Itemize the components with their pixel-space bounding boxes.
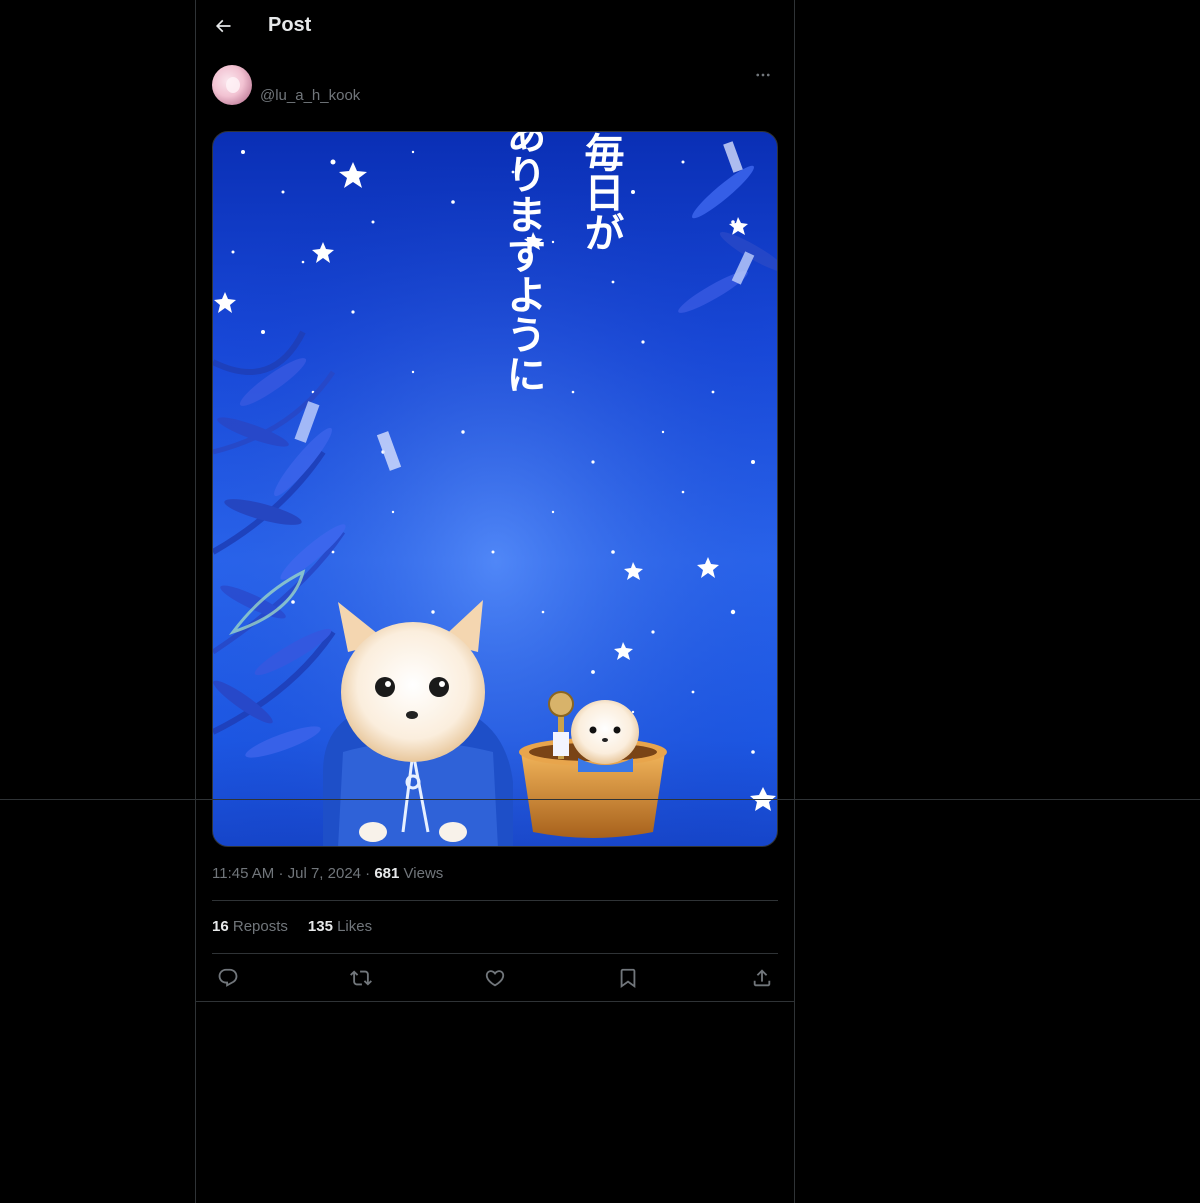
likes-label: Likes — [337, 918, 373, 935]
back-button[interactable] — [206, 9, 240, 43]
heart-icon — [485, 970, 505, 987]
share-icon — [753, 969, 771, 987]
author-handle[interactable]: @lu_a_h_kook — [260, 87, 360, 104]
like-button[interactable] — [479, 962, 511, 994]
tanabata-illustration: 毎日が 幸せでありますように — [213, 132, 777, 846]
arrow-left-icon — [215, 19, 231, 33]
divider — [196, 1001, 794, 1002]
calligraphy-line-1: 毎日が — [578, 132, 625, 252]
bookmark-icon — [620, 968, 636, 989]
reposts-count: 16 — [212, 918, 229, 935]
post-stats: 16 Reposts 135 Likes — [212, 918, 372, 935]
post-meta: 11:45 AM · Jul 7, 2024 · 681 Views — [212, 865, 443, 882]
bookmark-button[interactable] — [612, 962, 644, 994]
share-button[interactable] — [746, 962, 778, 994]
repost-button[interactable] — [345, 962, 377, 994]
action-bar — [212, 962, 778, 994]
page: Post @lu_a_h_kook 毎日が 幸せでありますように 11:45 A… — [0, 0, 1200, 1203]
primary-column: Post @lu_a_h_kook 毎日が 幸せでありますように 11:45 A… — [195, 0, 795, 1203]
post-author: @lu_a_h_kook — [212, 65, 778, 107]
page-header: Post — [196, 0, 794, 53]
divider — [212, 953, 778, 954]
page-title: Post — [268, 14, 312, 36]
avatar[interactable] — [212, 65, 252, 105]
guide-line — [0, 799, 1200, 800]
calligraphy-line-2: 幸せでありますように — [500, 132, 547, 394]
more-horizontal-icon — [756, 73, 770, 77]
reply-button[interactable] — [212, 962, 244, 994]
reposts-label: Reposts — [232, 918, 288, 935]
post-date[interactable]: Jul 7, 2024 — [288, 865, 361, 882]
reply-icon — [218, 968, 238, 987]
divider — [212, 900, 778, 901]
likes-stat[interactable]: 135 Likes — [308, 918, 372, 935]
views-count: 681 — [374, 865, 400, 882]
likes-count: 135 — [307, 918, 333, 935]
reposts-stat[interactable]: 16 Reposts — [212, 918, 288, 935]
views-label: Views — [403, 865, 444, 882]
more-button[interactable] — [748, 63, 778, 87]
repost-icon — [350, 970, 372, 986]
meta-separator: · — [278, 865, 284, 882]
post-time[interactable]: 11:45 AM — [212, 865, 274, 882]
meta-separator: · — [365, 865, 371, 882]
post-image[interactable]: 毎日が 幸せでありますように — [212, 131, 778, 847]
